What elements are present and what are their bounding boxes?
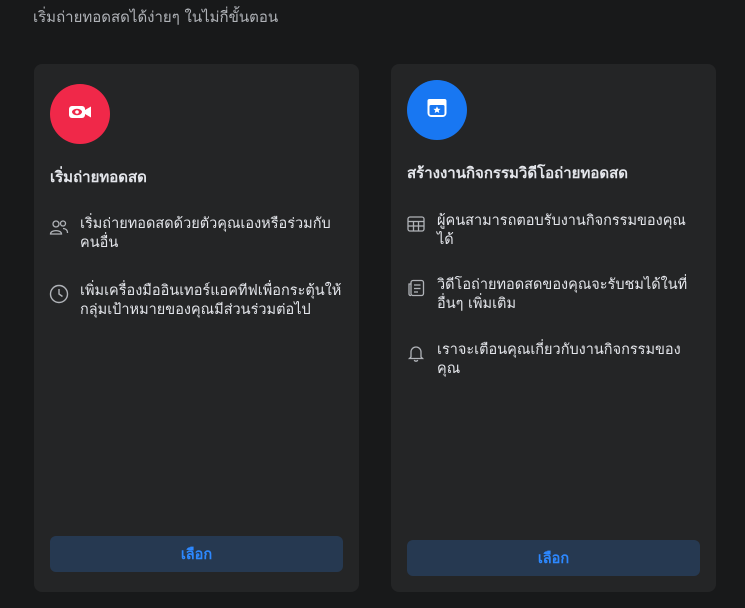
feature-text: เริ่มถ่ายทอดสดด้วยตัวคุณเองหรือร่วมกับคน… <box>80 216 331 251</box>
clock-icon <box>48 283 70 305</box>
feature-text: ผู้คนสามารถตอบรับงานกิจกรรมของคุณได้ <box>437 213 686 248</box>
choose-live-event-button[interactable]: เลือก <box>407 540 700 576</box>
feature-item: วิดีโอถ่ายทอดสดของคุณจะรับชมได้ในที่อื่น… <box>405 276 700 314</box>
live-event-card[interactable]: สร้างงานกิจกรรมวิดีโอถ่ายทอดสด ผู้คนสามา… <box>391 64 716 592</box>
go-live-title: เริ่มถ่ายทอดสด <box>50 168 147 186</box>
feature-item: เริ่มถ่ายทอดสดด้วยตัวคุณเองหรือร่วมกับคน… <box>48 215 343 253</box>
bell-icon <box>405 342 427 364</box>
people-icon <box>48 216 70 238</box>
video-camera-icon <box>67 99 93 129</box>
feature-text: เพิ่มเครื่องมืออินเทอร์แอคทีฟเพื่อกระตุ้… <box>80 283 342 318</box>
go-live-card[interactable]: เริ่มถ่ายทอดสด เริ่มถ่ายทอดสดด้วยตัวคุณเ… <box>34 64 359 592</box>
choose-go-live-button[interactable]: เลือก <box>50 536 343 572</box>
feature-item: เราจะเตือนคุณเกี่ยวกับงานกิจกรรมของคุณ <box>405 341 700 379</box>
feature-text: วิดีโอถ่ายทอดสดของคุณจะรับชมได้ในที่อื่น… <box>437 277 688 312</box>
page-subtitle: เริ่มถ่ายทอดสดได้ง่ายๆ ในไม่กี่ขั้นตอน <box>33 8 279 26</box>
go-live-badge <box>50 84 110 144</box>
feature-item: ผู้คนสามารถตอบรับงานกิจกรรมของคุณได้ <box>405 212 700 250</box>
feature-item: เพิ่มเครื่องมืออินเทอร์แอคทีฟเพื่อกระตุ้… <box>48 282 343 320</box>
table-icon <box>405 213 427 235</box>
news-feed-icon <box>405 277 427 299</box>
feature-text: เราจะเตือนคุณเกี่ยวกับงานกิจกรรมของคุณ <box>437 342 681 377</box>
live-event-badge <box>407 80 467 140</box>
calendar-star-icon <box>425 96 449 124</box>
live-event-title: สร้างงานกิจกรรมวิดีโอถ่ายทอดสด <box>407 164 628 182</box>
